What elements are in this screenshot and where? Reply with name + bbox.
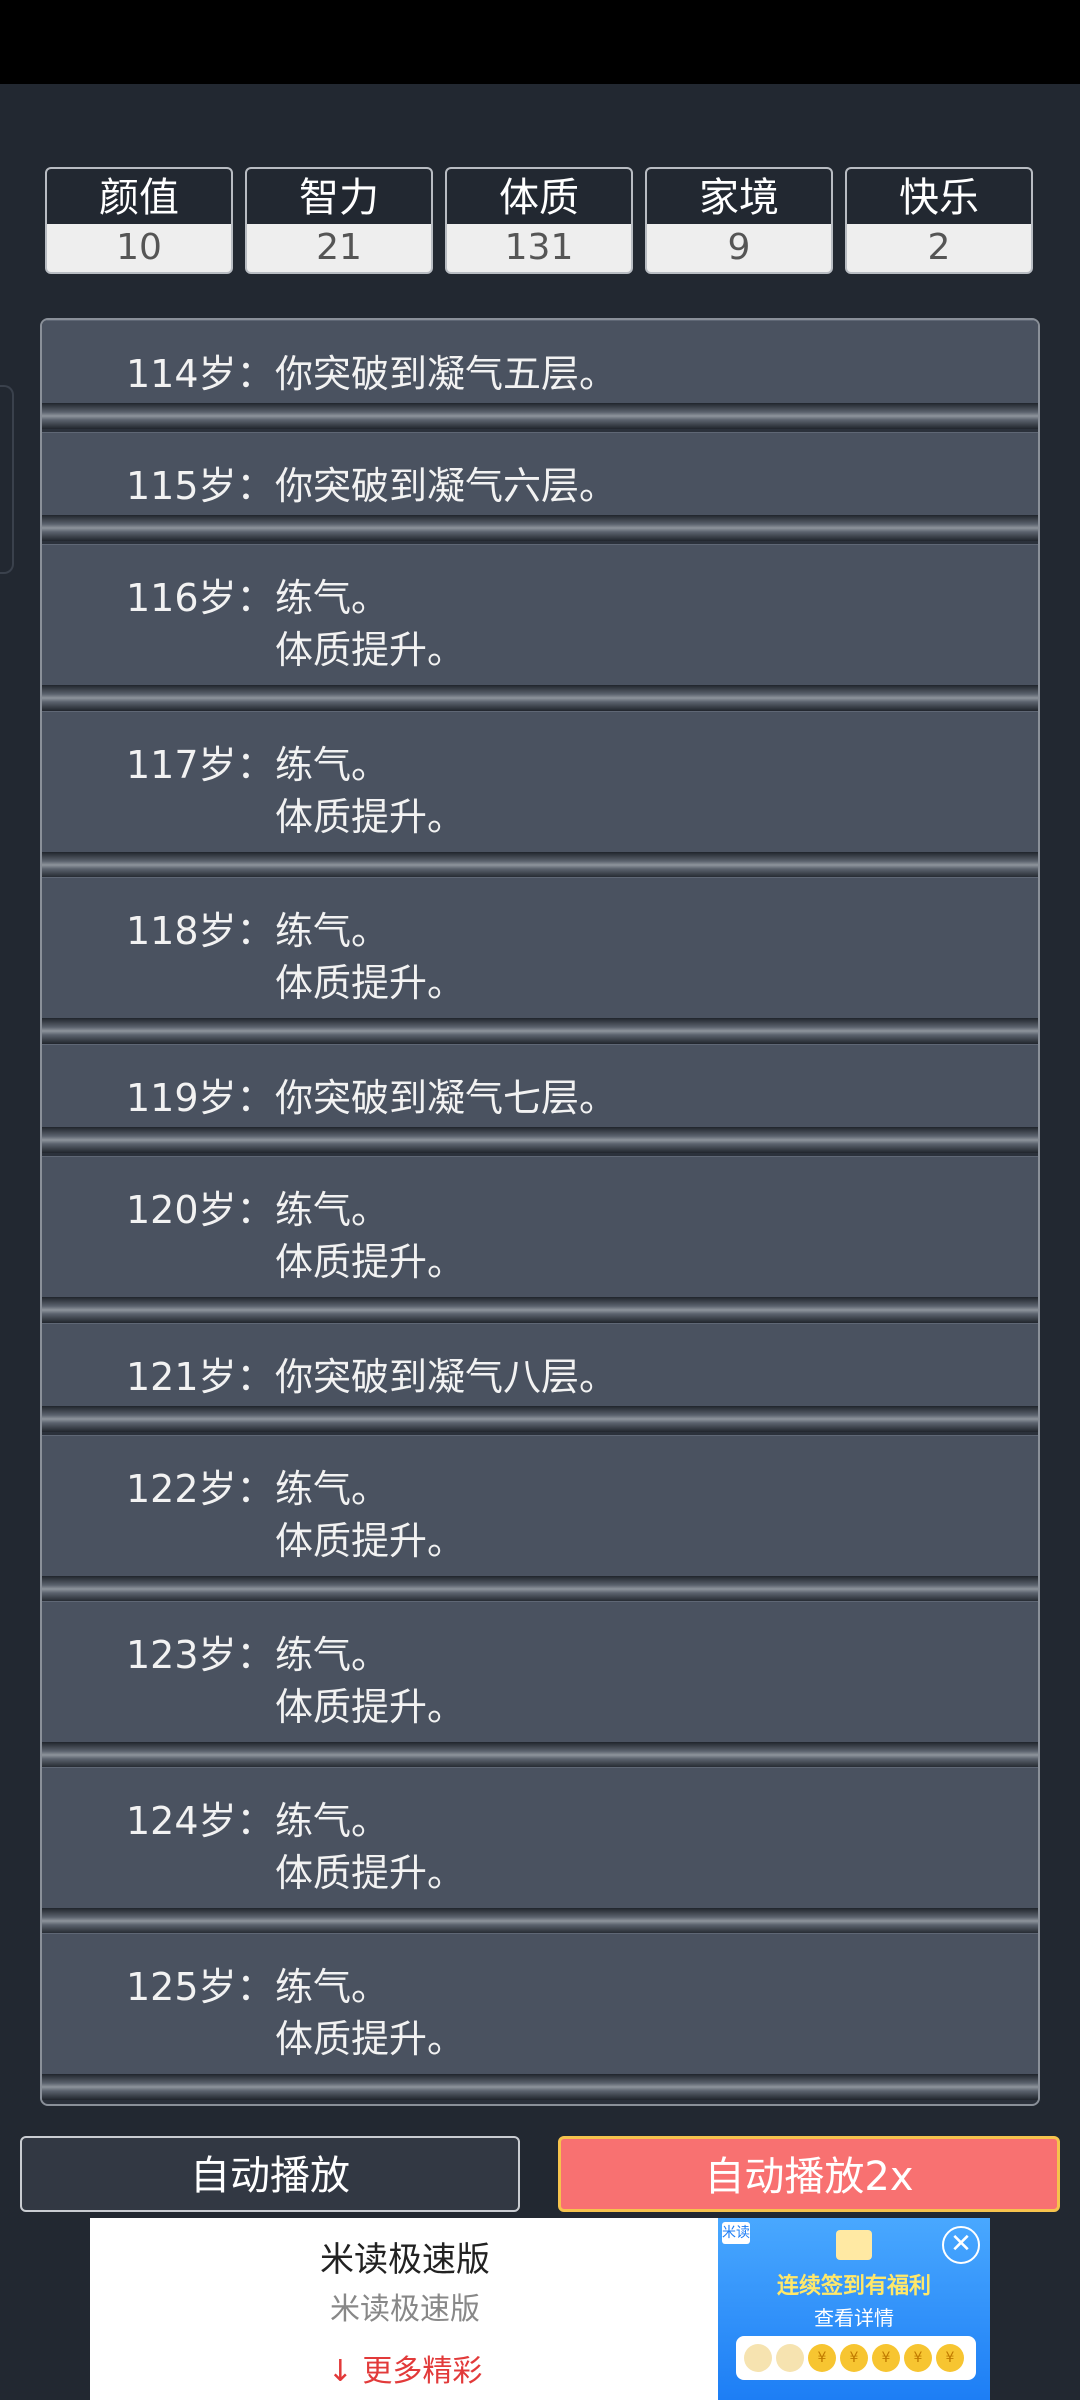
log-age: 122岁： [126,1467,275,1511]
log-age: 123岁： [126,1633,275,1677]
log-entry: 115岁： 你突破到凝气六层。 [42,432,1038,541]
ad-detail-link[interactable]: 查看详情 [718,2302,990,2331]
stat-value: 131 [504,227,574,268]
log-entry: 114岁： 你突破到凝气五层。 [42,320,1038,429]
log-text: 你突破到凝气八层。 [275,1355,618,1399]
log-age: 118岁： [126,909,275,953]
close-icon[interactable]: ✕ [942,2226,980,2264]
ad-more-link[interactable]: ↓ 更多精彩 [90,2346,720,2390]
attribute-stats: 颜值 10 智力 21 体质 131 家境 9 快乐 2 [45,167,1035,274]
log-text: 体质提升。 [275,1519,466,1563]
log-entry: 119岁： 你突破到凝气七层。 [42,1044,1038,1153]
status-bar [0,0,1080,84]
log-entry: 122岁： 练气。 体质提升。 [42,1435,1038,1602]
stat-label: 家境 [647,169,831,224]
stat-label: 体质 [447,169,631,224]
log-text: 练气。 [275,576,390,620]
log-text: 体质提升。 [275,628,466,672]
ad-title: 米读极速版 [320,2240,490,2280]
coin-icon [744,2344,772,2372]
stat-appearance: 颜值 10 [45,167,233,274]
coin-icon: ¥ [904,2344,932,2372]
ad-banner[interactable]: 米读极速版 米读极速版 ↓ 更多精彩 米读 ✕ 连续签到有福利 查看详情 ¥ ¥… [90,2218,990,2400]
log-age: 115岁： [126,464,275,508]
log-entry: 116岁： 练气。 体质提升。 [42,544,1038,711]
log-text: 练气。 [275,1799,390,1843]
log-text: 体质提升。 [275,2017,466,2061]
auto-play-2x-button[interactable]: 自动播放2x [558,2136,1060,2212]
stat-value: 10 [116,227,162,268]
ad-app-badge: 米读 [722,2222,750,2244]
ad-headline: 连续签到有福利 [776,2274,931,2299]
ad-coin-strip: ¥ ¥ ¥ ¥ ¥ [736,2336,976,2380]
log-entry: 124岁： 练气。 体质提升。 [42,1767,1038,1934]
stat-value: 21 [316,227,362,268]
log-age: 124岁： [126,1799,275,1843]
log-age: 116岁： [126,576,275,620]
log-text: 练气。 [275,909,390,953]
log-age: 119岁： [126,1076,275,1120]
log-age: 121岁： [126,1355,275,1399]
log-text: 练气。 [275,1188,390,1232]
ad-subtitle: 米读极速版 [330,2292,480,2327]
log-entry: 117岁： 练气。 体质提升。 [42,711,1038,878]
stat-family: 家境 9 [645,167,833,274]
calendar-icon [836,2230,872,2260]
log-age: 120岁： [126,1188,275,1232]
coin-icon: ¥ [872,2344,900,2372]
life-event-log[interactable]: 114岁： 你突破到凝气五层。 115岁： 你突破到凝气六层。 116岁： 练气… [40,318,1040,2106]
ad-image[interactable]: 米读 ✕ 连续签到有福利 查看详情 ¥ ¥ ¥ ¥ ¥ [718,2218,990,2400]
log-age: 114岁： [126,352,275,396]
log-text: 体质提升。 [275,1240,466,1284]
side-edge-handle[interactable] [0,385,14,574]
log-text: 练气。 [275,1633,390,1677]
coin-icon: ¥ [840,2344,868,2372]
log-text: 你突破到凝气六层。 [275,464,618,508]
stat-happiness: 快乐 2 [845,167,1033,274]
stat-label: 快乐 [847,169,1031,224]
stat-label: 智力 [247,169,431,224]
log-entry: 125岁： 练气。 体质提升。 [42,1933,1038,2100]
stat-value: 9 [727,227,751,268]
log-text: 体质提升。 [275,961,466,1005]
coin-icon: ¥ [808,2344,836,2372]
log-age: 125岁： [126,1965,275,2009]
log-text: 体质提升。 [275,1851,466,1895]
log-text: 你突破到凝气五层。 [275,352,618,396]
stat-label: 颜值 [47,169,231,224]
log-text: 练气。 [275,1965,390,2009]
coin-icon: ¥ [936,2344,964,2372]
log-entry: 121岁： 你突破到凝气八层。 [42,1323,1038,1432]
log-entry: 120岁： 练气。 体质提升。 [42,1156,1038,1323]
log-age: 117岁： [126,743,275,787]
stat-intelligence: 智力 21 [245,167,433,274]
log-text: 体质提升。 [275,795,466,839]
coin-icon [776,2344,804,2372]
stat-value: 2 [927,227,951,268]
stat-constitution: 体质 131 [445,167,633,274]
log-entry: 118岁： 练气。 体质提升。 [42,877,1038,1044]
log-text: 练气。 [275,1467,390,1511]
log-entry: 123岁： 练气。 体质提升。 [42,1601,1038,1768]
log-text: 练气。 [275,743,390,787]
auto-play-button[interactable]: 自动播放 [20,2136,520,2212]
log-text: 你突破到凝气七层。 [275,1076,618,1120]
log-text: 体质提升。 [275,1685,466,1729]
